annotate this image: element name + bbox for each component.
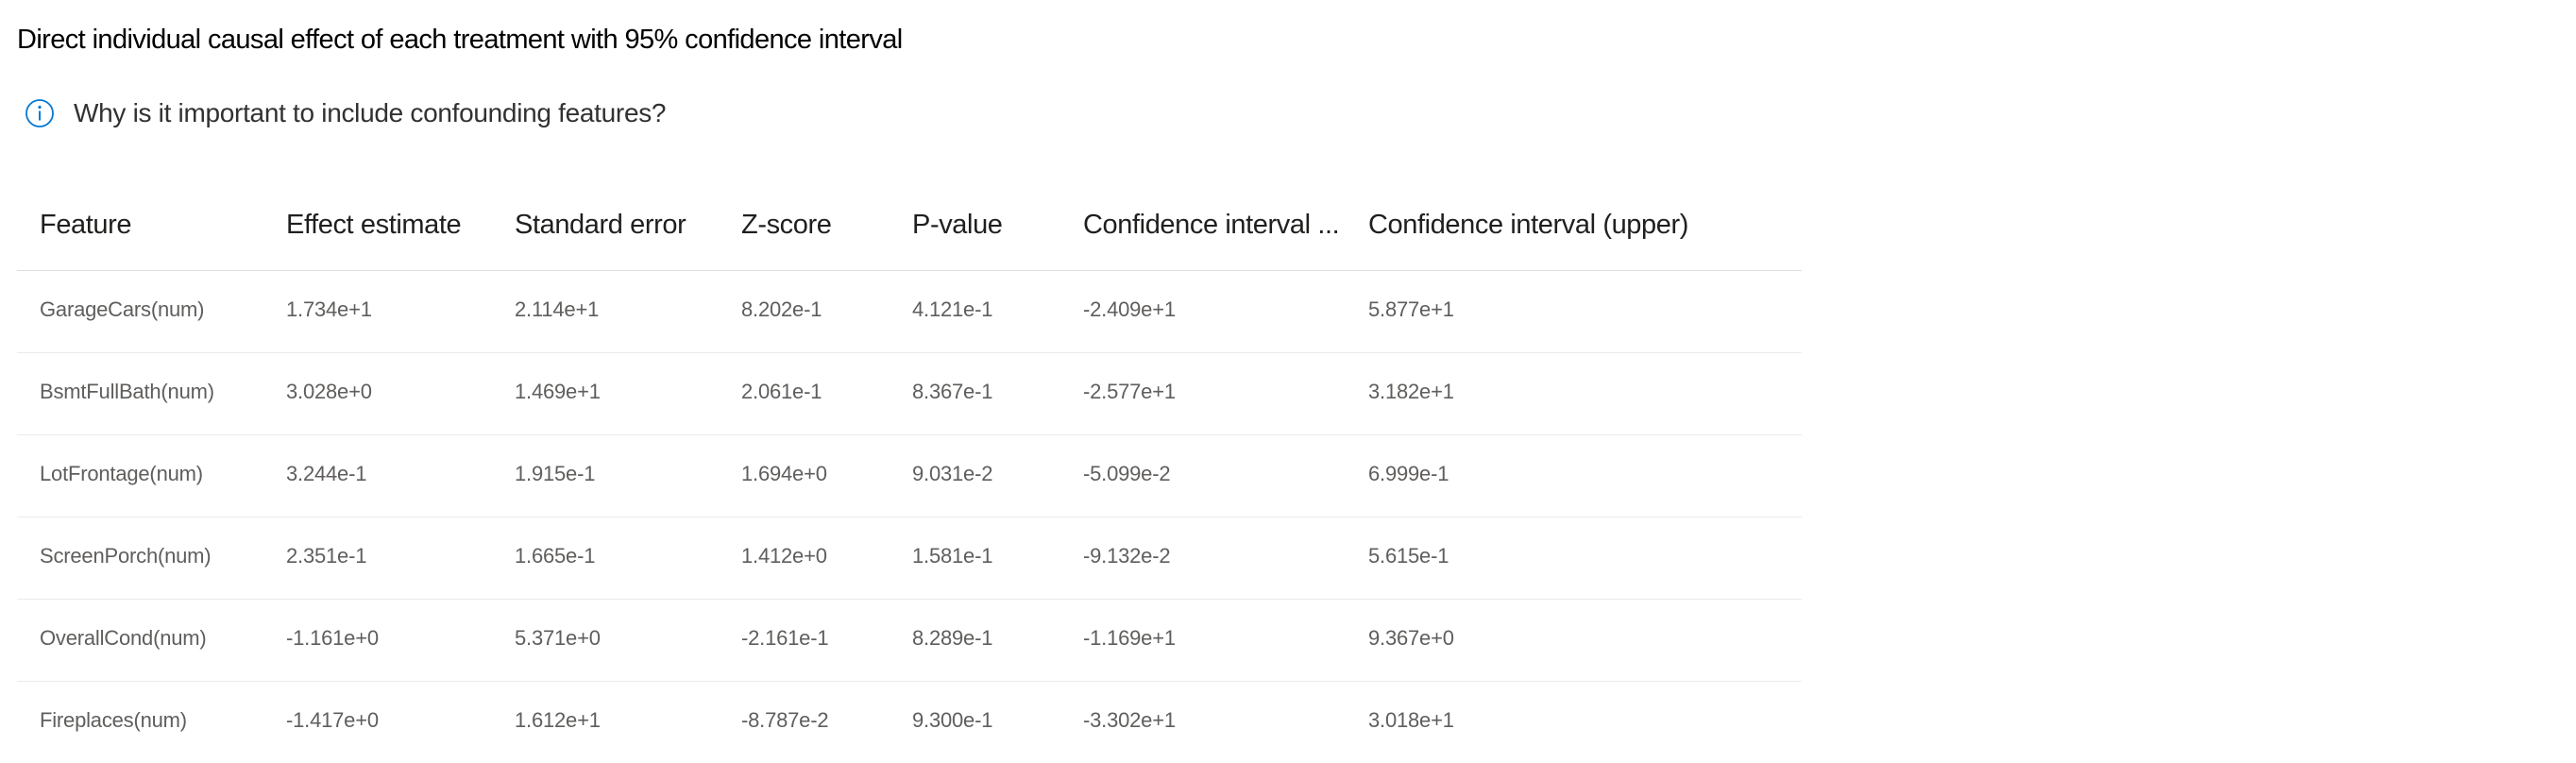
cell-z-score: 8.202e-1 [741,297,822,321]
table-row[interactable]: OverallCond(num) -1.161e+0 5.371e+0 -2.1… [17,600,1802,682]
cell-ci-upper: 5.615e-1 [1368,544,1449,568]
cell-effect-estimate: 3.028e+0 [286,380,372,403]
column-header-effect-estimate[interactable]: Effect estimate [286,185,503,270]
column-header-p-value[interactable]: P-value [912,185,1073,270]
column-header-ci-lower[interactable]: Confidence interval ... [1083,185,1357,270]
cell-feature: BsmtFullBath(num) [40,380,214,403]
cell-z-score: 1.412e+0 [741,544,827,568]
cell-ci-lower: -3.302e+1 [1083,708,1176,732]
column-header-feature[interactable]: Feature [40,185,276,270]
cell-effect-estimate: 1.734e+1 [286,297,372,321]
cell-ci-upper: 3.018e+1 [1368,708,1454,732]
cell-feature: GarageCars(num) [40,297,205,321]
column-header-ci-upper[interactable]: Confidence interval (upper) [1368,185,1727,270]
cell-ci-upper: 6.999e-1 [1368,462,1449,485]
table-row[interactable]: LotFrontage(num) 3.244e-1 1.915e-1 1.694… [17,435,1802,517]
cell-p-value: 1.581e-1 [912,544,993,568]
cell-z-score: 1.694e+0 [741,462,827,485]
cell-ci-lower: -1.169e+1 [1083,626,1176,650]
cell-effect-estimate: -1.161e+0 [286,626,379,650]
table-header-row: Feature Effect estimate Standard error Z… [17,185,1802,271]
info-link-label: Why is it important to include confoundi… [74,98,667,127]
table-row[interactable]: Fireplaces(num) -1.417e+0 1.612e+1 -8.78… [17,682,1802,763]
table-row[interactable]: ScreenPorch(num) 2.351e-1 1.665e-1 1.412… [17,517,1802,600]
cell-feature: OverallCond(num) [40,626,207,650]
cell-feature: Fireplaces(num) [40,708,187,732]
table-row[interactable]: BsmtFullBath(num) 3.028e+0 1.469e+1 2.06… [17,353,1802,435]
cell-p-value: 9.300e-1 [912,708,993,732]
cell-standard-error: 1.915e-1 [515,462,596,485]
cell-z-score: 2.061e-1 [741,380,822,403]
cell-ci-lower: -2.409e+1 [1083,297,1176,321]
cell-z-score: -8.787e-2 [741,708,829,732]
cell-standard-error: 1.469e+1 [515,380,601,403]
cell-standard-error: 1.612e+1 [515,708,601,732]
cell-p-value: 4.121e-1 [912,297,993,321]
column-header-z-score[interactable]: Z-score [741,185,902,270]
cell-ci-lower: -9.132e-2 [1083,544,1171,568]
cell-p-value: 8.289e-1 [912,626,993,650]
cell-ci-upper: 5.877e+1 [1368,297,1454,321]
cell-effect-estimate: 2.351e-1 [286,544,367,568]
cell-ci-lower: -2.577e+1 [1083,380,1176,403]
cell-feature: LotFrontage(num) [40,462,203,485]
info-icon [25,99,54,127]
cell-p-value: 8.367e-1 [912,380,993,403]
cell-standard-error: 5.371e+0 [515,626,601,650]
cell-ci-upper: 3.182e+1 [1368,380,1454,403]
column-header-standard-error[interactable]: Standard error [515,185,732,270]
cell-p-value: 9.031e-2 [912,462,993,485]
cell-standard-error: 1.665e-1 [515,544,596,568]
cell-ci-lower: -5.099e-2 [1083,462,1171,485]
cell-feature: ScreenPorch(num) [40,544,212,568]
section-title: Direct individual causal effect of each … [17,25,903,55]
cell-z-score: -2.161e-1 [741,626,829,650]
cell-standard-error: 2.114e+1 [515,297,600,321]
confounding-features-info-link[interactable]: Why is it important to include confoundi… [25,98,667,128]
cell-effect-estimate: -1.417e+0 [286,708,379,732]
causal-effects-table: Feature Effect estimate Standard error Z… [17,185,1802,763]
table-row[interactable]: GarageCars(num) 1.734e+1 2.114e+1 8.202e… [17,271,1802,353]
cell-effect-estimate: 3.244e-1 [286,462,367,485]
cell-ci-upper: 9.367e+0 [1368,626,1454,650]
